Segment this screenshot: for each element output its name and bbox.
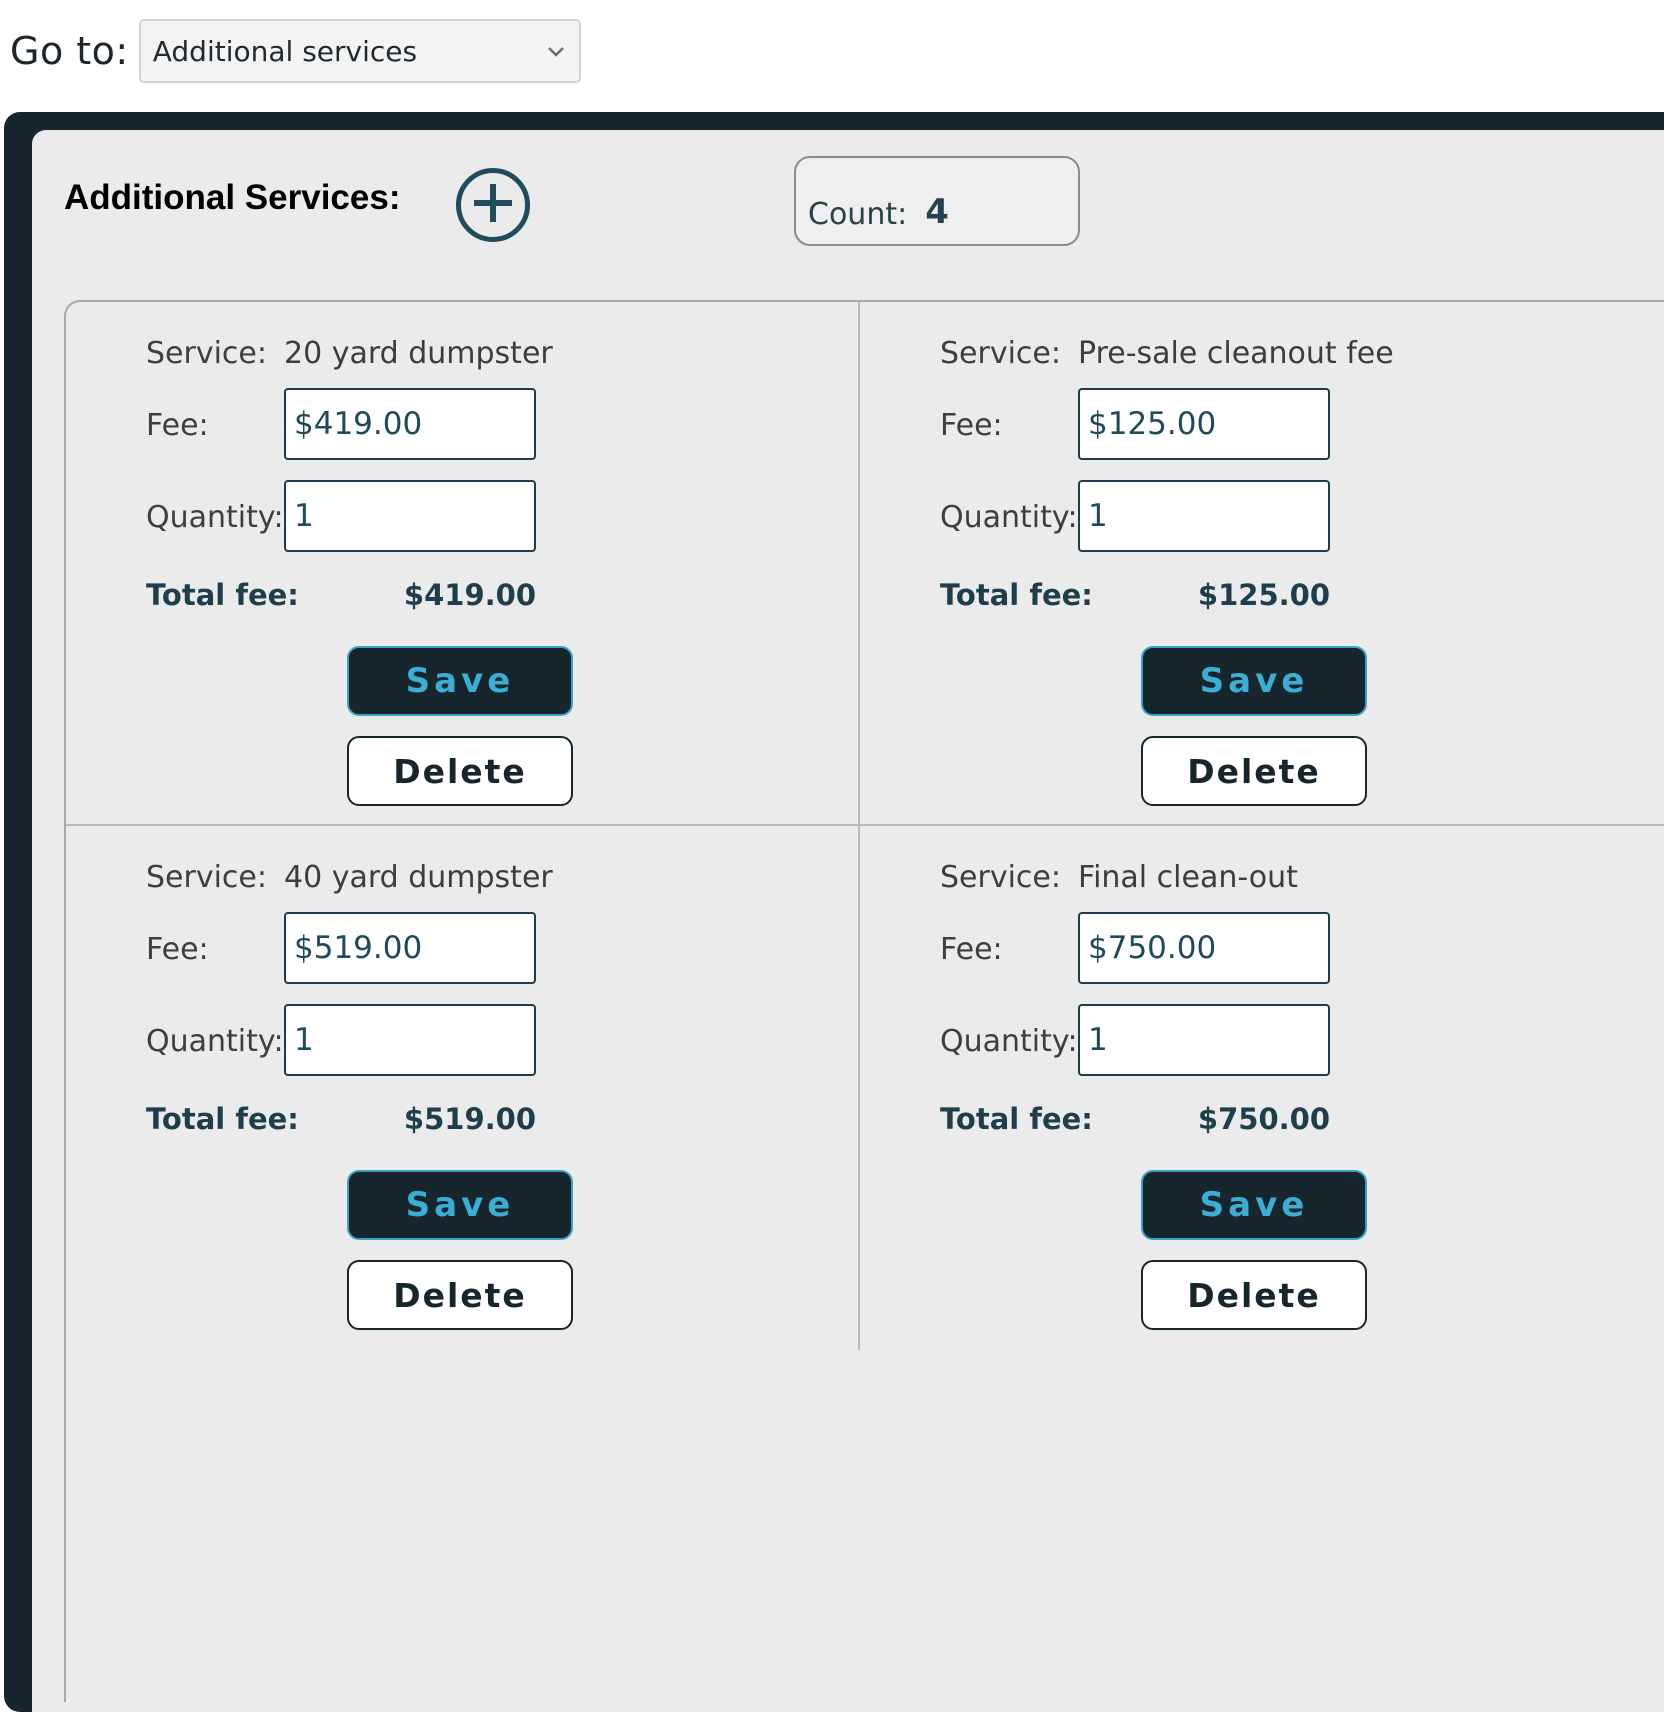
fee-label: Fee:: [940, 932, 1003, 967]
total-fee-label: Total fee:: [146, 578, 299, 612]
count-value: 4: [925, 192, 949, 232]
quantity-value: 1: [1088, 1022, 1108, 1058]
services-grid: Service: 20 yard dumpster Fee: $419.00 Q…: [64, 300, 1664, 1702]
delete-button[interactable]: Delete: [347, 736, 573, 806]
count-label: Count:: [808, 197, 908, 232]
delete-button[interactable]: Delete: [1141, 736, 1367, 806]
total-fee-value: $125.00: [1197, 578, 1330, 612]
service-label: Service:: [940, 336, 1061, 371]
fee-value: $519.00: [294, 930, 423, 966]
goto-bar: Go to: Additional services: [10, 18, 581, 84]
save-button[interactable]: Save: [347, 646, 573, 716]
delete-button[interactable]: Delete: [347, 1260, 573, 1330]
panel-title: Additional Services:: [64, 178, 401, 217]
service-card: Service: 40 yard dumpster Fee: $519.00 Q…: [66, 826, 826, 1346]
quantity-input[interactable]: 1: [1078, 480, 1330, 552]
services-panel: Additional Services: Count: 4 Service: 2…: [32, 130, 1664, 1712]
total-fee-value: $750.00: [1197, 1102, 1330, 1136]
fee-input[interactable]: $519.00: [284, 912, 536, 984]
quantity-label: Quantity:: [940, 500, 1078, 535]
delete-button[interactable]: Delete: [1141, 1260, 1367, 1330]
quantity-input[interactable]: 1: [1078, 1004, 1330, 1076]
fee-label: Fee:: [940, 408, 1003, 443]
goto-label: Go to:: [10, 29, 129, 73]
service-label: Service:: [146, 336, 267, 371]
quantity-value: 1: [1088, 498, 1108, 534]
quantity-label: Quantity:: [146, 500, 284, 535]
plus-circle-icon: [468, 178, 518, 232]
service-card: Service: 20 yard dumpster Fee: $419.00 Q…: [66, 302, 826, 822]
fee-value: $419.00: [294, 406, 423, 442]
total-fee-value: $519.00: [403, 1102, 536, 1136]
service-name: 40 yard dumpster: [284, 860, 553, 895]
service-name: Final clean-out: [1078, 860, 1298, 895]
fee-input[interactable]: $125.00: [1078, 388, 1330, 460]
services-frame: Additional Services: Count: 4 Service: 2…: [4, 112, 1664, 1712]
service-card: Service: Pre-sale cleanout fee Fee: $125…: [860, 302, 1620, 822]
add-service-button[interactable]: [456, 168, 530, 242]
total-fee-label: Total fee:: [146, 1102, 299, 1136]
service-label: Service:: [146, 860, 267, 895]
fee-label: Fee:: [146, 408, 209, 443]
goto-selected-value: Additional services: [152, 34, 418, 68]
fee-label: Fee:: [146, 932, 209, 967]
chevron-down-icon: [547, 39, 565, 64]
quantity-input[interactable]: 1: [284, 1004, 536, 1076]
total-fee-value: $419.00: [403, 578, 536, 612]
service-name: 20 yard dumpster: [284, 336, 553, 371]
total-fee-label: Total fee:: [940, 1102, 1093, 1136]
quantity-value: 1: [294, 498, 314, 534]
quantity-label: Quantity:: [146, 1024, 284, 1059]
quantity-value: 1: [294, 1022, 314, 1058]
save-button[interactable]: Save: [1141, 1170, 1367, 1240]
total-fee-label: Total fee:: [940, 578, 1093, 612]
fee-value: $750.00: [1088, 930, 1217, 966]
quantity-label: Quantity:: [940, 1024, 1078, 1059]
fee-input[interactable]: $750.00: [1078, 912, 1330, 984]
service-label: Service:: [940, 860, 1061, 895]
service-card: Service: Final clean-out Fee: $750.00 Qu…: [860, 826, 1620, 1346]
fee-value: $125.00: [1088, 406, 1217, 442]
quantity-input[interactable]: 1: [284, 480, 536, 552]
count-box: Count: 4: [794, 156, 1080, 246]
save-button[interactable]: Save: [1141, 646, 1367, 716]
goto-select[interactable]: Additional services: [138, 19, 581, 83]
fee-input[interactable]: $419.00: [284, 388, 536, 460]
service-name: Pre-sale cleanout fee: [1078, 336, 1394, 371]
save-button[interactable]: Save: [347, 1170, 573, 1240]
